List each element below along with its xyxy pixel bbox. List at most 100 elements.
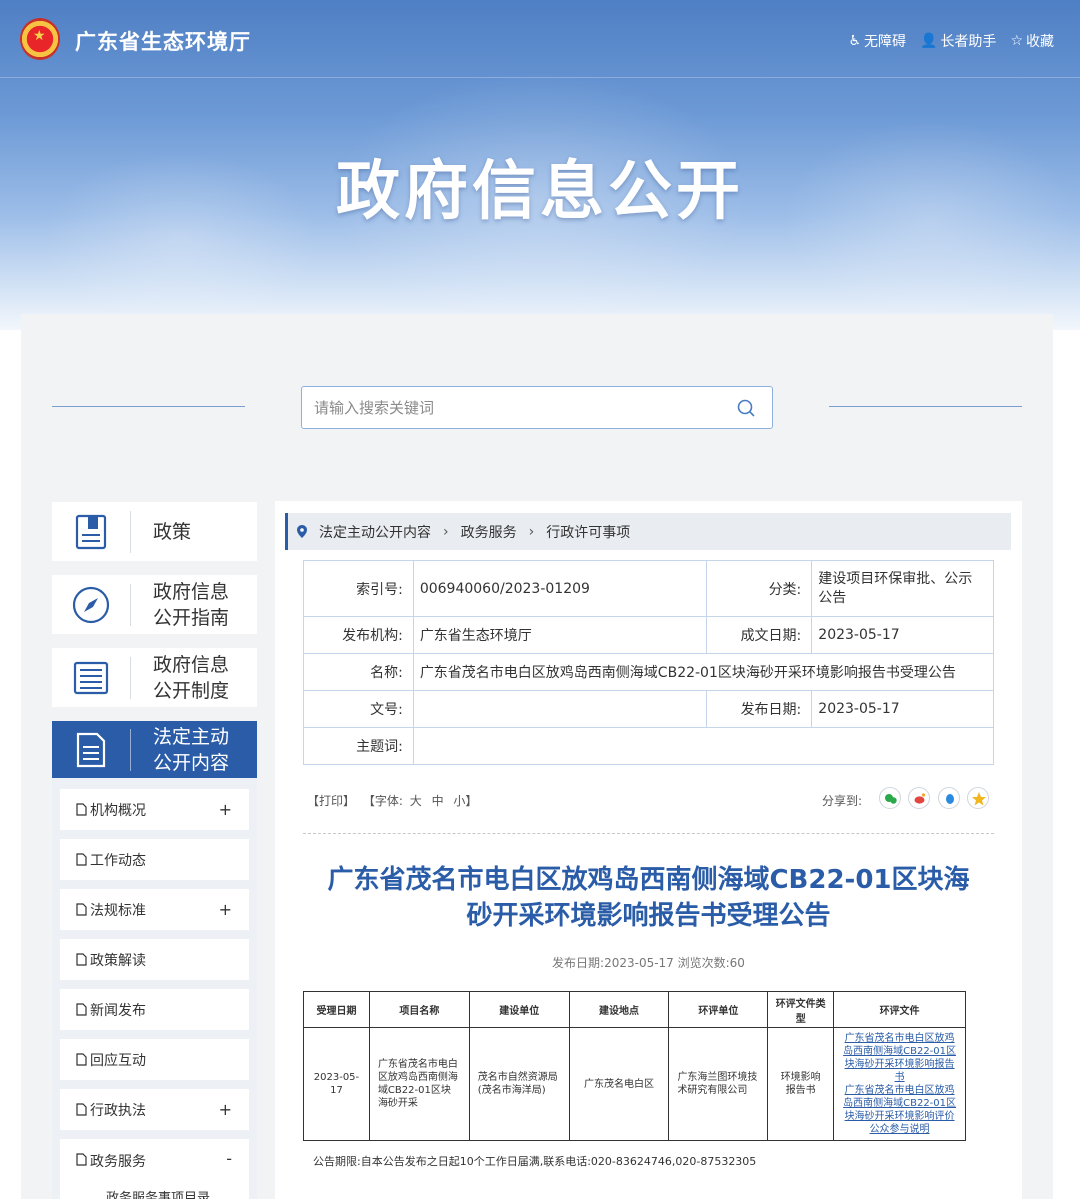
- sub-item-label: 法规标准: [90, 902, 146, 919]
- search-box: [301, 386, 773, 429]
- sub-item-response[interactable]: 回应互动: [60, 1039, 249, 1080]
- top-bar: ★ 广东省生态环境厅 ♿ 无障碍 👤 长者助手 ☆ 收藏: [0, 0, 1080, 78]
- sidebar-card-guide[interactable]: 政府信息 公开指南: [52, 575, 257, 634]
- doc-number-label: 文号:: [303, 690, 414, 728]
- sidebar-card-label: 政府信息 公开制度: [131, 652, 229, 704]
- breadcrumb: 法定主动公开内容 › 政务服务 › 行政许可事项: [285, 513, 1011, 550]
- article-publish-info: 发布日期:2023-05-17 浏览次数:60: [552, 956, 745, 970]
- sidebar-card-policy[interactable]: 政策: [52, 502, 257, 561]
- doc-number-value: [412, 690, 708, 728]
- label-line: 公开指南: [153, 606, 230, 629]
- category-value: 建设项目环保审批、公示 公告: [811, 560, 994, 617]
- favorite-link[interactable]: ☆ 收藏: [1010, 31, 1054, 51]
- print-button[interactable]: 【打印】: [307, 794, 355, 808]
- keywords-label: 主题词:: [303, 727, 414, 765]
- search-divider-left: [52, 406, 245, 407]
- breadcrumb-item[interactable]: 法定主动公开内容: [319, 522, 431, 542]
- wechat-share-icon[interactable]: [879, 787, 901, 809]
- index-label: 索引号:: [303, 560, 414, 617]
- table-cell-location: 广东茂名电白区: [568, 1027, 670, 1141]
- table-header: 环评单位: [668, 991, 769, 1028]
- table-row: 2023-05-17 广东省茂名市电白区放鸡岛西南侧海域CB22-01区块海砂开…: [303, 1027, 966, 1141]
- sub-item-press-release[interactable]: 新闻发布: [60, 989, 249, 1030]
- expand-toggle[interactable]: +: [219, 800, 232, 819]
- label-line: 政府信息: [153, 653, 230, 676]
- font-small-button[interactable]: 小】: [453, 794, 477, 808]
- document-icon: [52, 721, 130, 778]
- chevron-right-icon: ›: [443, 523, 449, 540]
- page-icon: [76, 953, 87, 966]
- table-header: 受理日期: [303, 991, 370, 1028]
- expand-toggle[interactable]: +: [219, 1100, 232, 1119]
- collapse-toggle[interactable]: -: [226, 1149, 232, 1168]
- created-date-label: 成文日期:: [706, 616, 813, 654]
- banner-title: 政府信息公开: [336, 155, 744, 229]
- accessibility-label: 无障碍: [864, 34, 906, 50]
- article-title-line: 广东省茂名市电白区放鸡岛西南侧海域CB22-01区块海: [327, 865, 970, 895]
- page-icon: [76, 1003, 87, 1016]
- table-header: 建设地点: [568, 991, 670, 1028]
- sub-item-regulations[interactable]: 法规标准 +: [60, 889, 249, 930]
- star-icon: ☆: [1010, 33, 1023, 49]
- sub-item-law-enforcement[interactable]: 行政执法 +: [60, 1089, 249, 1130]
- sub-sub-item-service-catalog[interactable]: 政务服务事项目录: [106, 1187, 210, 1199]
- category-value-line: 建设项目环保审批、公示: [818, 570, 973, 587]
- created-date-value: 2023-05-17: [811, 616, 994, 654]
- label-line: 公开内容: [153, 751, 230, 774]
- breadcrumb-item[interactable]: 政务服务: [461, 522, 517, 542]
- share-label: 分享到:: [822, 794, 863, 808]
- font-large-button[interactable]: 大: [410, 794, 422, 808]
- sidebar-card-system[interactable]: 政府信息 公开制度: [52, 648, 257, 707]
- category-value-line: 公告: [818, 589, 847, 606]
- accessibility-icon: ♿: [848, 33, 861, 49]
- table-header: 环评文件类型: [767, 991, 835, 1028]
- table-cell-doc-type: 环境影响报告书: [767, 1027, 835, 1141]
- page-icon: [76, 1153, 87, 1166]
- sub-item-label: 政务服务: [90, 1154, 146, 1170]
- article-title-line: 砂开采环境影响报告书受理公告: [466, 901, 831, 931]
- breadcrumb-item[interactable]: 行政许可事项: [546, 522, 630, 542]
- sub-item-policy-interpretation[interactable]: 政策解读: [60, 939, 249, 980]
- page-icon: [76, 853, 87, 866]
- table-header-row: 受理日期 项目名称 建设单位 建设地点 环评单位 环评文件类型 环评文件: [303, 991, 966, 1028]
- weibo-share-icon[interactable]: [908, 787, 930, 809]
- top-links: ♿ 无障碍 👤 长者助手 ☆ 收藏: [848, 31, 1054, 51]
- sub-item-government-services[interactable]: 政务服务 - 政务服务事项目录: [60, 1139, 249, 1199]
- sidebar-card-active-disclosure[interactable]: 法定主动 公开内容: [52, 721, 257, 778]
- keywords-value: [412, 727, 995, 765]
- table-cell-eia-unit: 广东海兰图环境技术研究有限公司: [668, 1027, 769, 1141]
- table-cell-project: 广东省茂名市电白区放鸡岛西南侧海域CB22-01区块海砂开采: [368, 1027, 470, 1141]
- sub-item-label: 工作动态: [90, 852, 146, 869]
- font-size-label: 【字体:: [362, 794, 403, 808]
- sub-item-label: 机构概况: [90, 802, 146, 819]
- publisher-value: 广东省生态环境厅: [412, 616, 708, 654]
- accessibility-link[interactable]: ♿ 无障碍: [848, 31, 906, 51]
- table-header: 建设单位: [468, 991, 570, 1028]
- page-icon: [76, 903, 87, 916]
- public-participation-link[interactable]: 广东省茂名市电白区放鸡岛西南侧海域CB22-01区块海砂开采环境影响评价公众参与…: [840, 1084, 959, 1136]
- search-icon[interactable]: [736, 398, 756, 418]
- qzone-share-icon[interactable]: [967, 787, 989, 809]
- elder-helper-link[interactable]: 👤 长者助手: [920, 31, 996, 51]
- label-line: 法定主动: [153, 725, 230, 748]
- article-title: 广东省茂名市电白区放鸡岛西南侧海域CB22-01区块海 砂开采环境影响报告书受理…: [303, 862, 994, 934]
- sidebar-card-label: 法定主动 公开内容: [131, 724, 229, 776]
- table-header: 环评文件: [833, 991, 966, 1028]
- sub-item-label: 新闻发布: [90, 1002, 146, 1019]
- sub-item-label: 回应互动: [90, 1052, 146, 1069]
- eia-report-link[interactable]: 广东省茂名市电白区放鸡岛西南侧海域CB22-01区块海砂开采环境影响报告书: [840, 1032, 959, 1084]
- acceptance-table: 受理日期 项目名称 建设单位 建设地点 环评单位 环评文件类型 环评文件 202…: [303, 991, 966, 1141]
- expand-toggle[interactable]: +: [219, 900, 232, 919]
- qq-share-icon[interactable]: [938, 787, 960, 809]
- chevron-right-icon: ›: [528, 523, 535, 540]
- national-emblem-icon: ★: [20, 18, 60, 60]
- book-icon: [52, 502, 130, 561]
- page-icon: [76, 1053, 87, 1066]
- font-medium-button[interactable]: 中: [432, 794, 444, 808]
- page-icon: [76, 803, 87, 816]
- sub-item-org-overview[interactable]: 机构概况 +: [60, 789, 249, 830]
- label-line: 政府信息: [153, 580, 230, 603]
- site-name[interactable]: 广东省生态环境厅: [75, 26, 251, 56]
- sub-item-work-news[interactable]: 工作动态: [60, 839, 249, 880]
- search-input[interactable]: [314, 395, 714, 420]
